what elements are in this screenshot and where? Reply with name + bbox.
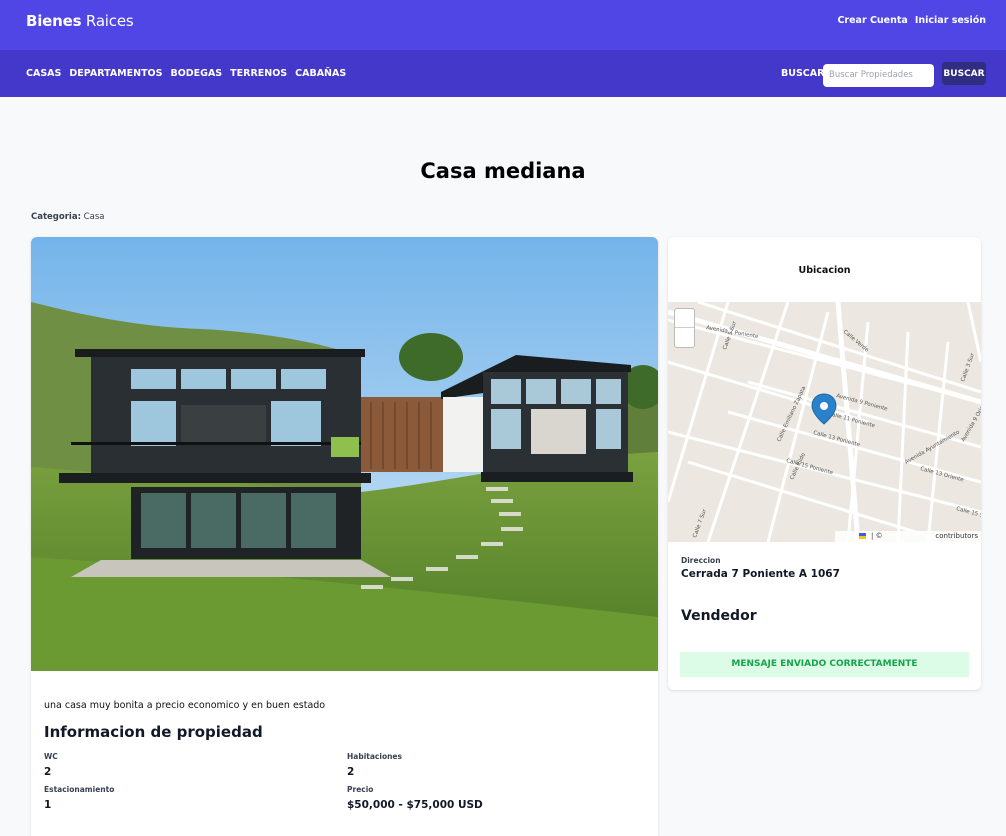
map-attribution: | © contributors [835, 531, 981, 542]
info-title: Informacion de propiedad [44, 723, 263, 741]
top-bar: Bienes Raices Crear Cuenta Iniciar sesió… [0, 0, 1006, 50]
map-marker-icon[interactable] [811, 393, 837, 425]
brand-logo[interactable]: Bienes Raices [26, 12, 134, 30]
parking-value: 1 [44, 799, 52, 811]
street-label-12: Calle 15 Sur [955, 506, 981, 521]
rooms-value: 2 [347, 766, 355, 778]
attribution-contributors[interactable]: contributors [935, 532, 978, 540]
location-title: Ubicacion [798, 265, 851, 276]
search-button[interactable]: BUSCAR [942, 62, 986, 85]
street-label-6: Calle 13 Poniente [812, 430, 861, 448]
street-label-14: Calle 3 Sur [960, 352, 976, 383]
page-title: Casa mediana [420, 159, 586, 183]
property-description: una casa muy bonita a precio economico y… [44, 700, 326, 711]
address-value: Cerrada 7 Poniente A 1067 [681, 568, 840, 580]
map-zoom-control[interactable] [674, 308, 695, 348]
category-label: Categoria: [31, 212, 81, 222]
wc-value: 2 [44, 766, 52, 778]
search-field-wrap [823, 62, 934, 87]
info-price: Precio $50,000 - $75,000 USD [347, 785, 483, 811]
price-value: $50,000 - $75,000 USD [347, 799, 483, 811]
property-photo [31, 237, 658, 671]
sidebar-card: Ubicacion Avenida 7 Poniente Calle 5 Sur… [668, 237, 981, 690]
nav-link-cabanas[interactable]: CABAÑAS [295, 68, 346, 79]
create-account-link[interactable]: Crear Cuenta [837, 15, 907, 26]
nav-link-bodegas[interactable]: BODEGAS [170, 68, 222, 79]
wc-label: WC [44, 752, 58, 761]
flag-icon [859, 533, 866, 539]
brand-bold: Bienes [26, 12, 82, 30]
info-rooms: Habitaciones 2 [347, 752, 402, 778]
location-map[interactable]: Avenida 7 Poniente Calle 5 Sur Calle Ver… [668, 302, 981, 542]
address-label: Direccion [681, 556, 721, 565]
price-label: Precio [347, 785, 374, 794]
map-tiles: Avenida 7 Poniente Calle 5 Sur Calle Ver… [668, 302, 981, 542]
street-label-5: Calle 11 Poniente [827, 411, 876, 429]
attribution-copy: | © [871, 532, 883, 540]
search-label: BUSCAR [781, 68, 825, 79]
nav-link-terrenos[interactable]: TERRENOS [230, 68, 287, 79]
success-alert: MENSAJE ENVIADO CORRECTAMENTE [680, 652, 969, 677]
login-link[interactable]: Iniciar sesión [915, 15, 986, 26]
auth-links: Crear Cuenta Iniciar sesión [837, 15, 986, 26]
parking-label: Estacionamiento [44, 785, 115, 794]
info-parking: Estacionamiento 1 [44, 785, 114, 811]
search-input[interactable] [823, 63, 934, 87]
category-value: Casa [83, 212, 105, 222]
rooms-label: Habitaciones [347, 752, 402, 761]
nav-link-departamentos[interactable]: DEPARTAMENTOS [69, 68, 162, 79]
zoom-in-button[interactable] [675, 309, 694, 328]
street-label-13: Calle 7 Sur [692, 508, 708, 539]
info-wc: WC 2 [44, 752, 58, 778]
seller-title: Vendedor [681, 608, 757, 624]
category: Categoria: Casa [31, 212, 104, 222]
nav-link-casas[interactable]: CASAS [26, 68, 61, 79]
brand-light: Raices [85, 12, 134, 30]
property-card: una casa muy bonita a precio economico y… [31, 237, 658, 836]
category-nav: CASAS DEPARTAMENTOS BODEGAS TERRENOS CAB… [26, 68, 346, 79]
